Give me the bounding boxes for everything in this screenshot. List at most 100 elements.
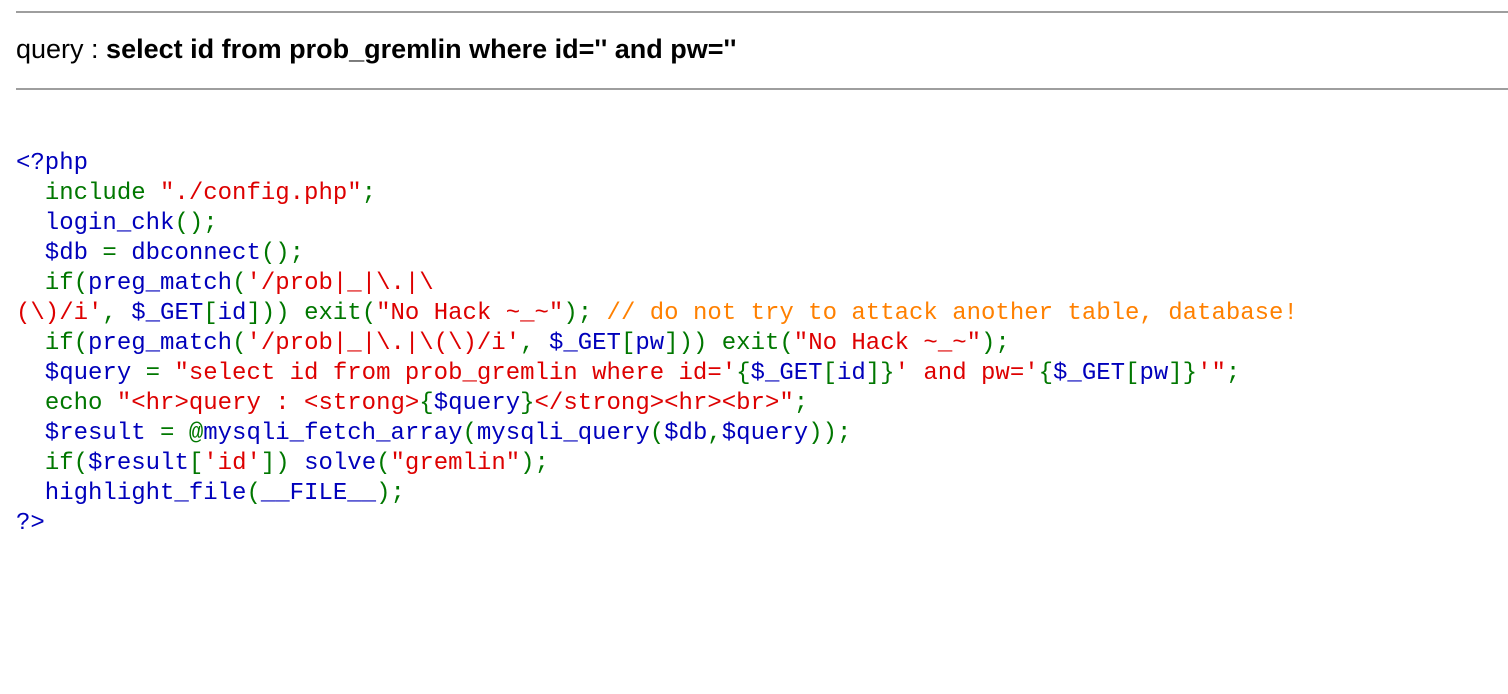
code-token-keyword: if(	[44, 270, 89, 297]
code-token-keyword: ,	[707, 420, 722, 447]
code-line: <?php	[16, 149, 1298, 179]
code-token-default: pw	[635, 330, 665, 357]
code-token-keyword: = @	[160, 420, 204, 447]
code-token-string: "select id from prob_gremlin where id='	[174, 360, 737, 387]
code-line: login_chk();	[16, 209, 1298, 239]
code-token-default: solve	[304, 450, 377, 477]
code-token-string: "<hr>query : <strong>	[116, 390, 420, 417]
code-token-keyword: ));	[808, 420, 852, 447]
code-token-default	[16, 330, 45, 357]
code-token-default: pw	[1139, 360, 1169, 387]
code-line: $query = "select id from prob_gremlin wh…	[16, 359, 1298, 389]
code-token-keyword: [	[822, 360, 837, 387]
code-token-default: $query	[433, 390, 521, 417]
code-token-keyword: );	[520, 450, 549, 477]
code-line: highlight_file(__FILE__);	[16, 479, 1298, 509]
code-token-default: highlight_file	[16, 480, 247, 507]
code-token-default: $query	[16, 360, 146, 387]
code-token-default: id	[836, 360, 866, 387]
code-token-default: __FILE__	[260, 480, 377, 507]
code-token-keyword: if(	[44, 330, 89, 357]
code-token-default: preg_match	[88, 330, 233, 357]
code-token-default	[16, 270, 45, 297]
code-token-default	[16, 450, 45, 477]
code-line: echo "<hr>query : <strong>{$query}</stro…	[16, 389, 1298, 419]
code-token-default: ?>	[16, 510, 45, 537]
code-token-default: $_GET	[750, 360, 823, 387]
code-token-default: $db	[16, 240, 103, 267]
code-token-default	[16, 180, 45, 207]
code-token-keyword: {	[1038, 360, 1054, 387]
code-token-keyword: );	[563, 300, 607, 327]
code-token-default: <?php	[16, 150, 89, 177]
query-label: query :	[16, 34, 107, 64]
code-token-default: $result	[16, 420, 161, 447]
code-token-keyword: ();	[174, 210, 218, 237]
code-token-string: "No Hack ~_~"	[793, 330, 982, 357]
code-token-keyword: include	[44, 180, 161, 207]
code-token-default: dbconnect	[131, 240, 261, 267]
bottom-horizontal-rule	[16, 88, 1508, 90]
code-token-keyword: ]}	[865, 360, 895, 387]
code-token-default: $_GET	[548, 330, 621, 357]
code-token-default: login_chk	[16, 210, 175, 237]
code-token-string: "No Hack ~_~"	[376, 300, 564, 327]
code-token-keyword: [	[188, 450, 204, 477]
code-token-keyword: (	[462, 420, 477, 447]
code-line: include "./config.php";	[16, 179, 1298, 209]
code-token-keyword: (	[246, 480, 261, 507]
code-token-keyword: ;	[1225, 360, 1241, 387]
code-token-default: $_GET	[131, 300, 204, 327]
code-token-string: (\)/i'	[16, 300, 103, 327]
code-token-keyword: );	[376, 480, 405, 507]
highlighted-source-code: <?php include "./config.php"; login_chk(…	[16, 149, 1298, 539]
query-display: query : select id from prob_gremlin wher…	[16, 30, 736, 68]
code-token-string: '"	[1197, 360, 1226, 387]
code-token-keyword: ])) exit(	[246, 300, 377, 327]
code-line: $db = dbconnect();	[16, 239, 1298, 269]
query-value: select id from prob_gremlin where id='' …	[106, 34, 737, 64]
code-token-keyword: if(	[44, 450, 89, 477]
code-token-keyword: ])	[260, 450, 305, 477]
code-line: if(preg_match('/prob|_|\.|\	[16, 269, 1298, 299]
code-token-keyword: echo	[44, 390, 117, 417]
code-token-keyword: =	[145, 360, 175, 387]
code-line: (\)/i', $_GET[id])) exit("No Hack ~_~");…	[16, 299, 1298, 329]
code-token-keyword: (	[232, 270, 247, 297]
code-token-keyword: ])) exit(	[664, 330, 794, 357]
code-token-keyword: ,	[102, 300, 132, 327]
code-token-keyword: ;	[793, 390, 809, 417]
code-token-string: 'id'	[203, 450, 261, 477]
code-token-string: "./config.php"	[160, 180, 362, 207]
code-line: $result = @mysqli_fetch_array(mysqli_que…	[16, 419, 1298, 449]
code-token-string: </strong><hr><br>"	[534, 390, 794, 417]
code-token-keyword: [	[620, 330, 636, 357]
code-token-keyword: ,	[520, 330, 549, 357]
code-token-keyword: ();	[260, 240, 305, 267]
code-token-keyword: ;	[361, 180, 377, 207]
code-token-default: mysqli_fetch_array	[203, 420, 463, 447]
code-token-default: preg_match	[88, 270, 233, 297]
code-token-keyword: [	[203, 300, 218, 327]
code-token-keyword: {	[419, 390, 434, 417]
code-token-keyword: (	[376, 450, 391, 477]
code-line: if(preg_match('/prob|_|\.|\(\)/i', $_GET…	[16, 329, 1298, 359]
code-token-default: $db	[664, 420, 708, 447]
code-token-comment: // do not try to attack another table, d…	[606, 300, 1298, 327]
code-token-string: ' and pw='	[894, 360, 1039, 387]
code-token-default: $result	[88, 450, 189, 477]
code-token-keyword: ]}	[1168, 360, 1198, 387]
code-token-string: "gremlin"	[390, 450, 521, 477]
code-token-keyword: =	[102, 240, 132, 267]
top-horizontal-rule	[16, 11, 1508, 13]
code-token-keyword: (	[232, 330, 247, 357]
code-token-keyword: [	[1125, 360, 1140, 387]
code-line: if($result['id']) solve("gremlin");	[16, 449, 1298, 479]
code-token-default: $_GET	[1053, 360, 1126, 387]
code-token-string: '/prob|_|\.|\	[246, 270, 434, 297]
code-token-default: mysqli_query	[476, 420, 650, 447]
code-token-keyword: (	[649, 420, 665, 447]
code-line: ?>	[16, 509, 1298, 539]
code-token-default: $query	[721, 420, 809, 447]
code-token-default	[16, 390, 45, 417]
